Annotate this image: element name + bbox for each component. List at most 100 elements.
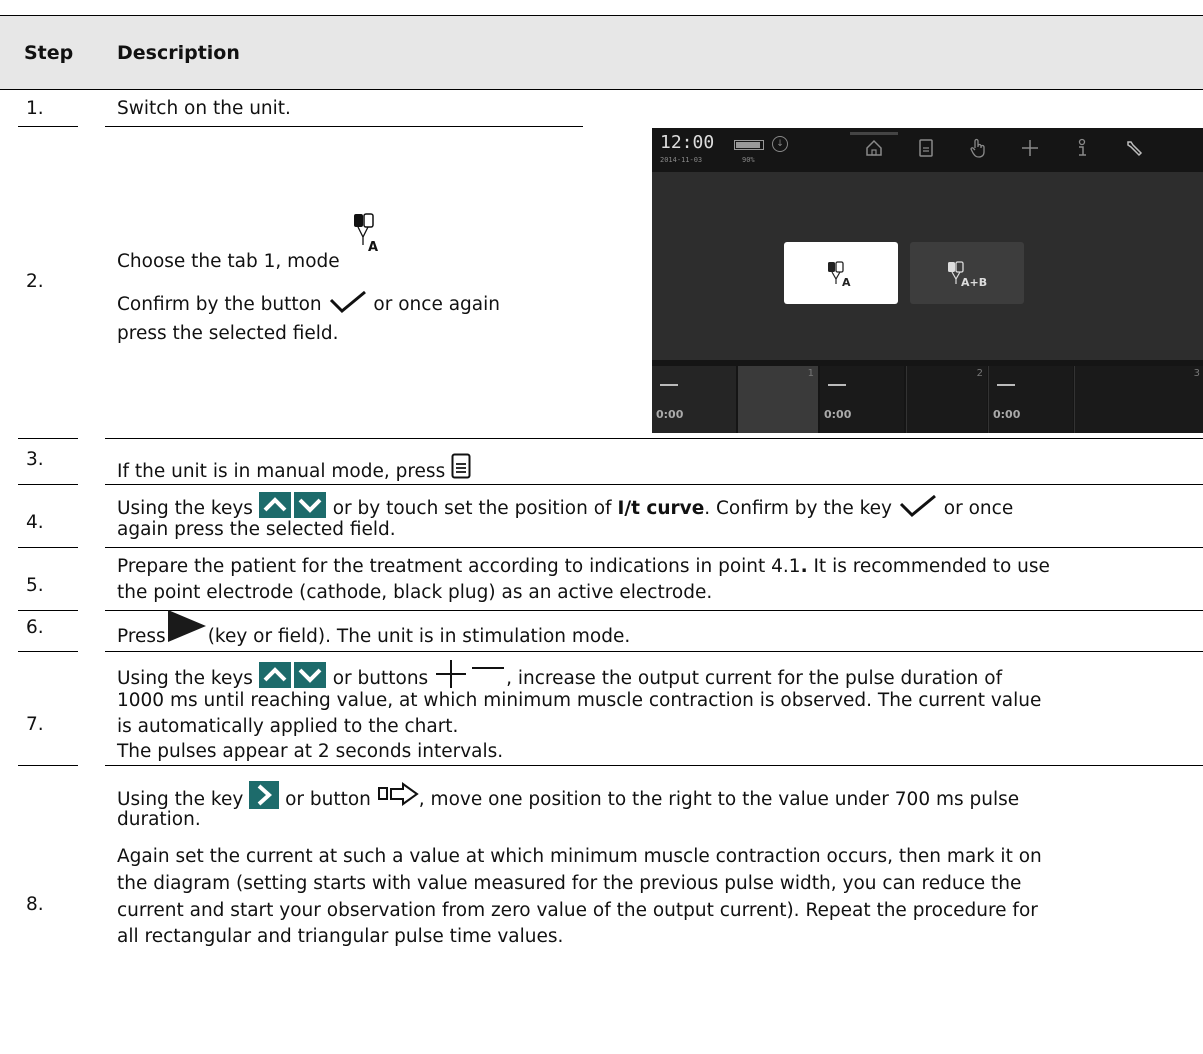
- home-icon[interactable]: [862, 136, 886, 160]
- step-6-press-text: Press: [117, 626, 166, 647]
- step-7-buttons-text: or buttons: [332, 668, 429, 689]
- row-rule: [105, 438, 1203, 439]
- step-3-text: If the unit is in manual mode, press: [117, 453, 471, 486]
- step-7-increase-text: , increase the output current for the pu…: [506, 668, 1003, 689]
- right-key-icon: [249, 781, 280, 816]
- screen-time: 12:00: [660, 132, 715, 153]
- step-4-line-2: again press the selected field.: [117, 519, 396, 540]
- screen-date: 2014-11-03: [660, 156, 703, 164]
- channel-1-side[interactable]: 1: [738, 366, 818, 433]
- step-8-button-text: or button: [285, 789, 371, 810]
- step-6-number: 6.: [26, 617, 44, 638]
- step-1-number: 1.: [26, 98, 44, 119]
- channel-3-number: 3: [1193, 368, 1200, 379]
- step-7-number: 7.: [26, 714, 44, 735]
- step-3-number: 3.: [26, 449, 44, 470]
- step-8-line-6: all rectangular and triangular pulse tim…: [117, 926, 564, 947]
- row-rule: [18, 651, 78, 652]
- step-8-line-3: Again set the current at such a value at…: [117, 846, 1042, 867]
- row-rule: [18, 126, 78, 127]
- step-7-line-3: is automatically applied to the chart.: [117, 716, 459, 737]
- active-tab-marker: [850, 132, 898, 135]
- wrench-icon[interactable]: [1122, 136, 1146, 160]
- document-icon: [451, 453, 471, 486]
- mode-a-button[interactable]: A: [784, 242, 898, 304]
- row-rule: [18, 765, 78, 766]
- step-7-line-2: 1000 ms until reaching value, at which m…: [117, 690, 1042, 711]
- step-2-line-2: Confirm by the button or once again: [117, 290, 500, 321]
- step-5-text-a: Prepare the patient for the treatment ac…: [117, 556, 801, 577]
- step-5-dot: .: [800, 556, 808, 577]
- step-2-choose-text: Choose the tab 1, mode: [117, 251, 340, 272]
- header-step: Step: [24, 42, 74, 64]
- step-4-touch-text: or by touch set the position of: [332, 498, 612, 519]
- step-1-text: Switch on the unit.: [117, 98, 291, 119]
- row-rule: [105, 610, 1203, 611]
- header-rule: [0, 89, 1203, 90]
- channel-2-cell[interactable]: 0:00: [820, 366, 904, 433]
- step-8-using-text: Using the key: [117, 789, 244, 810]
- channel-1-dash: [660, 384, 678, 386]
- info-icon[interactable]: [1070, 136, 1094, 160]
- step-2-number: 2.: [26, 271, 44, 292]
- channel-1-cell[interactable]: 0:00: [652, 366, 736, 433]
- battery-icon: [734, 140, 764, 150]
- mode-a-label: A: [842, 276, 851, 289]
- step-6-mode-text: (key or field). The unit is in stimulati…: [207, 626, 631, 647]
- step-4-once-text: or once: [943, 498, 1014, 519]
- row-rule: [18, 547, 78, 548]
- row-rule: [105, 547, 1203, 548]
- step-5-number: 5.: [26, 575, 44, 596]
- step-4-number: 4.: [26, 512, 44, 533]
- plus-icon[interactable]: [1018, 136, 1042, 160]
- row-rule: [18, 438, 78, 439]
- electrode-a-sub: A: [368, 240, 378, 255]
- hand-icon[interactable]: [966, 136, 990, 160]
- step-5-line-2: the point electrode (cathode, black plug…: [117, 582, 713, 603]
- step-2-line-1: Choose the tab 1, mode A: [117, 213, 380, 274]
- step-4-using-text: Using the keys: [117, 498, 253, 519]
- row-rule: [18, 610, 78, 611]
- channel-3-dash: [997, 384, 1015, 386]
- step-8-line-1: Using the key or button , move one posit…: [117, 781, 1019, 816]
- channel-3-time: 0:00: [993, 408, 1021, 421]
- step-5-line-1: Prepare the patient for the treatment ac…: [117, 555, 1050, 579]
- header-description: Description: [117, 42, 240, 64]
- step-3-label: If the unit is in manual mode, press: [117, 461, 446, 482]
- play-icon: [166, 610, 208, 651]
- step-5-text-c: It is recommended to use: [807, 556, 1050, 577]
- channel-2-dash: [828, 384, 846, 386]
- channel-3-cell[interactable]: 0:00: [988, 366, 1073, 433]
- step-4-curve-text: I/t curve: [617, 498, 705, 519]
- electrode-a-icon: A: [346, 213, 380, 269]
- channel-2-number: 2: [976, 368, 983, 379]
- step-4-confirm-text: . Confirm by the key: [704, 498, 893, 519]
- channel-1-time: 0:00: [656, 408, 684, 421]
- screen-battery-pct: 90%: [742, 156, 755, 164]
- step-7-line-4: The pulses appear at 2 seconds intervals…: [117, 741, 504, 762]
- checkmark-icon: [898, 494, 938, 525]
- channel-3-side[interactable]: 3: [1074, 366, 1203, 433]
- channel-1-number: 1: [807, 368, 814, 379]
- mode-ab-label: A+B: [961, 276, 987, 289]
- channel-2-side[interactable]: 2: [906, 366, 987, 433]
- move-right-icon: [377, 781, 419, 816]
- step-7-using-text: Using the keys: [117, 668, 253, 689]
- mode-panel: A A+B: [652, 172, 1203, 360]
- document-icon[interactable]: [914, 136, 938, 160]
- row-rule: [105, 126, 583, 127]
- step-8-move-text: , move one position to the right to the …: [418, 789, 1020, 810]
- row-rule: [105, 765, 1203, 766]
- step-6-line-1: Press (key or field). The unit is in sti…: [117, 610, 631, 651]
- step-8-line-4: the diagram (setting starts with value m…: [117, 873, 1022, 894]
- channel-2-time: 0:00: [824, 408, 852, 421]
- mode-ab-button[interactable]: A+B: [910, 242, 1024, 304]
- step-2-confirm-text: Confirm by the button: [117, 294, 322, 315]
- step-2-again-text: or once again: [373, 294, 500, 315]
- step-8-line-5: current and start your observation from …: [117, 900, 1038, 921]
- step-8-number: 8.: [26, 894, 44, 915]
- step-2-line-3: press the selected field.: [117, 323, 339, 344]
- row-rule: [18, 484, 78, 485]
- usb-icon: ↓: [772, 136, 788, 152]
- checkmark-icon: [328, 290, 368, 321]
